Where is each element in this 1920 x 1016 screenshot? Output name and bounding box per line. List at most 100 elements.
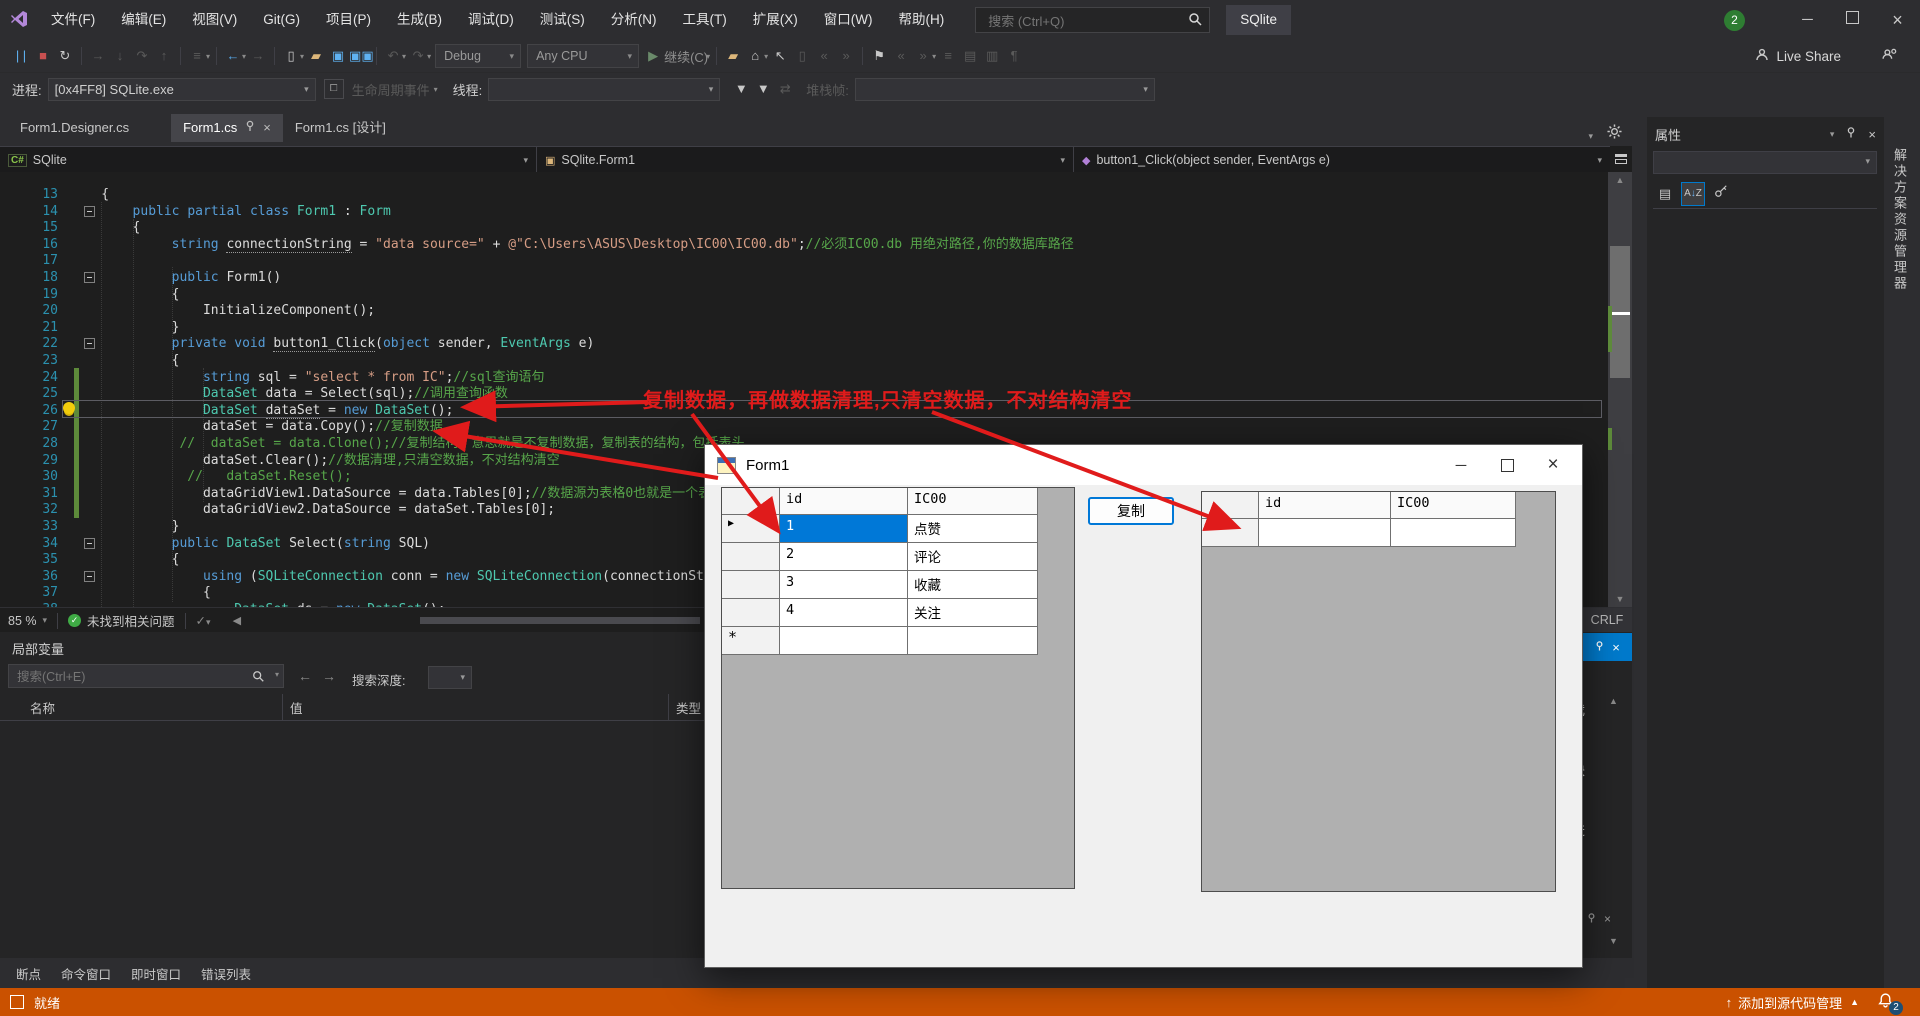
property-pages-icon[interactable] bbox=[1709, 182, 1733, 206]
redo-icon[interactable]: ↷ bbox=[407, 45, 429, 67]
categorized-view-icon[interactable]: ▤ bbox=[1653, 182, 1677, 206]
locals-column-header-3[interactable]: 类型 bbox=[676, 698, 701, 720]
pin-icon[interactable] bbox=[1595, 640, 1604, 655]
code-health-label[interactable]: 未找到相关问题 bbox=[87, 611, 175, 630]
tab-form1-cs-design[interactable]: Form1.cs [设计] bbox=[283, 114, 398, 142]
fold-collapse-icon[interactable] bbox=[84, 206, 95, 217]
grid-row-2[interactable]: 2评论 bbox=[722, 543, 1074, 571]
intellitrace-folder-icon[interactable]: ▰ bbox=[722, 45, 744, 67]
properties-title[interactable]: 属性 bbox=[1655, 125, 1681, 144]
window-close-button[interactable]: × bbox=[1875, 4, 1920, 36]
locals-column-header-1[interactable]: 名称 bbox=[30, 698, 55, 720]
zoom-level-dropdown[interactable]: 85 % bbox=[8, 614, 37, 628]
grid-cell[interactable] bbox=[1391, 519, 1516, 547]
type-dropdown[interactable]: ▣ SQlite.Form1▾ bbox=[537, 147, 1074, 173]
grid-cell[interactable] bbox=[1259, 519, 1391, 547]
grid-cell[interactable]: 关注 bbox=[908, 599, 1038, 627]
scroll-up-icon[interactable]: ▲ bbox=[1608, 172, 1632, 188]
background-task-icon[interactable] bbox=[10, 995, 24, 1009]
locals-search-box[interactable]: ▾ bbox=[8, 664, 284, 688]
feedback-icon[interactable] bbox=[1881, 46, 1898, 66]
step-over-icon[interactable]: ↷ bbox=[131, 45, 153, 67]
grid-row-4[interactable]: 4关注 bbox=[722, 599, 1074, 627]
new-file-icon[interactable]: ▯ bbox=[280, 45, 302, 67]
grid-cell[interactable] bbox=[780, 627, 908, 655]
navigate-forward-icon[interactable]: → bbox=[247, 45, 269, 67]
continue-button[interactable]: ▶继续(C)▾ bbox=[642, 45, 711, 67]
prev-bookmark-icon[interactable]: « bbox=[890, 45, 912, 67]
locals-column-header-2[interactable]: 值 bbox=[290, 698, 303, 720]
scroll-down-icon[interactable]: ▼ bbox=[1608, 591, 1632, 607]
strip-scroll-down-icon[interactable]: ▼ bbox=[1609, 936, 1618, 946]
grid-cell[interactable] bbox=[908, 627, 1038, 655]
menu-11[interactable]: 扩展(X) bbox=[740, 0, 811, 40]
window-maximize-button[interactable] bbox=[1830, 4, 1875, 36]
search-back-icon[interactable]: ← bbox=[298, 668, 312, 684]
project-dropdown[interactable]: C# SQlite▾ bbox=[0, 147, 537, 173]
navigate-back-icon[interactable]: ← bbox=[222, 45, 244, 67]
properties-object-combo[interactable]: ▾ bbox=[1653, 151, 1877, 174]
grid-column-header-id[interactable]: id bbox=[1259, 492, 1391, 519]
task-check-icon[interactable]: ✓▾ bbox=[196, 613, 211, 628]
grid-row-1[interactable]: ▶1点赞 bbox=[722, 515, 1074, 543]
pin-icon[interactable] bbox=[1846, 126, 1856, 142]
horizontal-scrollbar-thumb[interactable] bbox=[420, 617, 700, 624]
grid-new-row[interactable]: * bbox=[722, 627, 1074, 655]
filter-threads-icon[interactable]: ▼ bbox=[730, 78, 752, 100]
menu-10[interactable]: 工具(T) bbox=[670, 0, 740, 40]
close-icon[interactable]: × bbox=[1604, 912, 1611, 927]
thread-combo[interactable]: ▾ bbox=[488, 78, 720, 101]
search-icon[interactable] bbox=[252, 670, 265, 686]
clipboard-icon[interactable]: ▯ bbox=[791, 45, 813, 67]
line-ending-indicator[interactable]: CRLF bbox=[1582, 608, 1632, 633]
quick-search-box[interactable] bbox=[975, 7, 1210, 33]
filter-flagged-icon[interactable]: ▼ bbox=[752, 78, 774, 100]
menu-5[interactable]: 项目(P) bbox=[313, 0, 384, 40]
menu-12[interactable]: 窗口(W) bbox=[811, 0, 886, 40]
indent-icon[interactable]: » bbox=[835, 45, 857, 67]
datagridview2[interactable]: idIC00* bbox=[1201, 491, 1556, 892]
pin-icon[interactable] bbox=[1587, 912, 1596, 927]
split-editor-button[interactable] bbox=[1610, 146, 1632, 173]
strip-scroll-up-icon[interactable]: ▲ bbox=[1609, 696, 1618, 706]
solution-explorer-vertical-tab[interactable]: 解决方案资源管理器 bbox=[1890, 148, 1909, 292]
stop-icon[interactable]: ■ bbox=[32, 45, 54, 67]
window-layout-icon[interactable]: ⌂ bbox=[744, 45, 766, 67]
menu-4[interactable]: Git(G) bbox=[250, 0, 313, 40]
close-icon[interactable]: × bbox=[1868, 127, 1876, 142]
close-icon[interactable]: × bbox=[1612, 640, 1620, 655]
notifications-bell-icon[interactable]: 2 bbox=[1877, 992, 1894, 1012]
grid-cell[interactable]: 收藏 bbox=[908, 571, 1038, 599]
grid-cell[interactable]: 1 bbox=[780, 515, 908, 543]
fold-collapse-icon[interactable] bbox=[84, 272, 95, 283]
fold-collapse-icon[interactable] bbox=[84, 538, 95, 549]
doc-outline-icon[interactable]: ▤ bbox=[959, 45, 981, 67]
menu-3[interactable]: 视图(V) bbox=[179, 0, 250, 40]
tab-overflow-icon[interactable]: ▾ bbox=[1588, 131, 1593, 142]
scm-caret-icon[interactable]: ▲ bbox=[1850, 997, 1859, 1007]
menu-8[interactable]: 测试(S) bbox=[527, 0, 598, 40]
alphabetical-sort-icon[interactable]: A↓Z bbox=[1681, 182, 1705, 206]
pause-icon[interactable]: | | bbox=[10, 45, 32, 67]
dialog-minimize-button[interactable]: ─ bbox=[1438, 447, 1484, 483]
search-forward-icon[interactable]: → bbox=[322, 668, 336, 684]
undo-icon[interactable]: ↶ bbox=[382, 45, 404, 67]
code-health-icon[interactable]: ✓ bbox=[68, 614, 81, 627]
member-dropdown[interactable]: ◆ button1_Click(object sender, EventArgs… bbox=[1074, 147, 1610, 173]
bottom-tab-4[interactable]: 错误列表 bbox=[201, 964, 251, 983]
locals-search-input[interactable] bbox=[9, 665, 244, 689]
grid-cell[interactable]: 3 bbox=[780, 571, 908, 599]
process-combo[interactable]: [0x4FF8] SQLite.exe▾ bbox=[48, 78, 316, 101]
menu-7[interactable]: 调试(D) bbox=[455, 0, 527, 40]
add-to-source-control-button[interactable]: 添加到源代码管理 bbox=[1738, 993, 1842, 1012]
save-icon[interactable]: ▣ bbox=[327, 45, 349, 67]
dialog-close-button[interactable]: × bbox=[1530, 447, 1576, 483]
close-tab-icon[interactable]: × bbox=[263, 114, 271, 142]
threads-icon[interactable]: ≡ bbox=[186, 45, 208, 67]
combo-platform[interactable]: Any CPU▾ bbox=[527, 44, 639, 68]
pin-icon[interactable] bbox=[245, 114, 255, 142]
stack-frame-combo[interactable]: ▾ bbox=[855, 78, 1155, 101]
dedent-icon[interactable]: « bbox=[813, 45, 835, 67]
grid-column-header-IC00[interactable]: IC00 bbox=[1391, 492, 1516, 519]
live-share-label[interactable]: Live Share bbox=[1776, 49, 1841, 64]
